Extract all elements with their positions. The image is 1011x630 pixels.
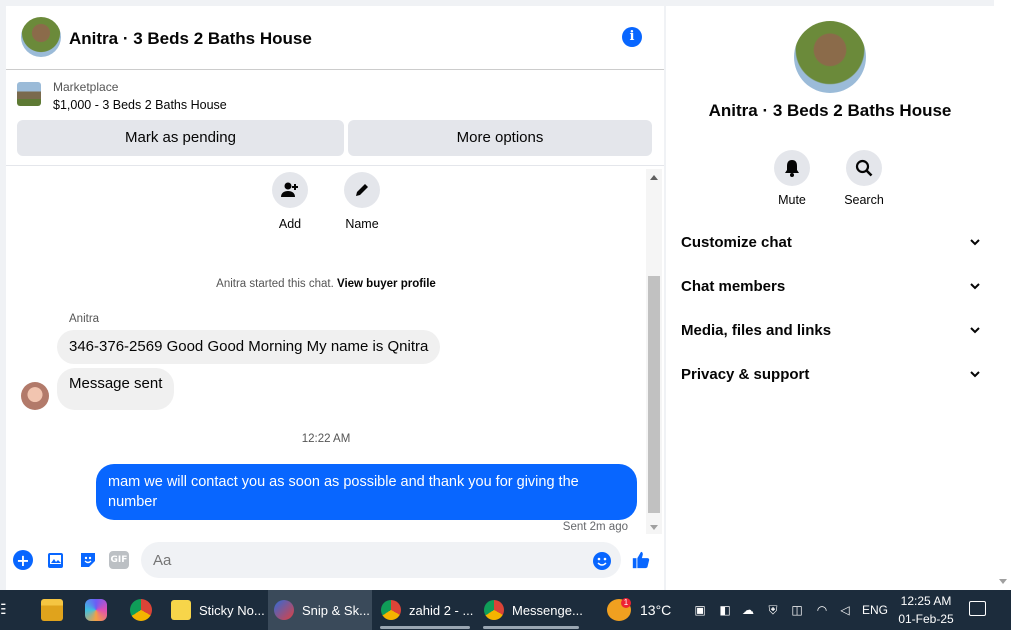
media-files-links-row[interactable]: Media, files and links [681,322,981,346]
bell-icon [774,150,810,186]
taskbar: ☷ Sticky No... Snip & Sk... zahid 2 - ..… [0,590,1011,630]
photo-icon[interactable] [46,550,66,570]
tray-app-icon[interactable]: ◧ [718,603,732,617]
marketplace-section: Marketplace $1,000 - 3 Beds 2 Baths Hous… [6,70,664,166]
chat-header: Anitra · 3 Beds 2 Baths House i [6,6,664,70]
listing-thumbnail[interactable] [17,82,41,106]
search-button[interactable]: Search [834,150,894,207]
search-icon [846,150,882,186]
sent-status: Sent 2m ago [562,521,628,533]
search-label: Search [844,193,884,207]
more-options-button[interactable]: More options [348,120,652,156]
emoji-icon[interactable] [593,552,611,570]
clock-time[interactable]: 12:25 AM [900,594,952,608]
row-label: Privacy & support [681,366,810,383]
clock-date[interactable]: 01-Feb-25 [898,612,954,626]
chevron-down-icon [970,327,980,334]
chat-members-row[interactable]: Chat members [681,278,981,302]
info-icon[interactable]: i [622,27,642,47]
notification-icon[interactable] [969,601,986,616]
listing-title[interactable]: $1,000 - 3 Beds 2 Baths House [53,98,227,112]
add-people-button[interactable]: Add [255,172,325,231]
incoming-message[interactable]: Message sent [57,368,175,410]
taskbar-app-chrome-messenger[interactable]: Messenge... [478,590,584,630]
chat-panel: Anitra · 3 Beds 2 Baths House i Marketpl… [6,6,664,590]
start-note-text: Anitra started this chat. [216,278,334,290]
listing-avatar[interactable] [21,17,61,57]
name-chat-button[interactable]: Name [327,172,397,231]
onedrive-icon[interactable]: ☁ [741,603,755,617]
listing-avatar-large[interactable] [794,21,866,93]
chat-start-note: Anitra started this chat. View buyer pro… [6,278,646,290]
tray-app-icon[interactable]: ◫ [790,603,804,617]
chevron-down-icon [970,239,980,246]
message-input[interactable] [141,542,621,578]
snip-sketch-icon [274,600,294,620]
privacy-support-row[interactable]: Privacy & support [681,366,981,390]
name-label: Name [345,217,379,231]
pencil-icon [344,172,380,208]
sender-name: Anitra [69,313,100,325]
task-view-icon[interactable]: ☷ [0,601,8,619]
row-label: Customize chat [681,234,792,251]
taskbar-app-chrome-zahid[interactable]: zahid 2 - ... [375,590,475,630]
add-label: Add [278,217,302,231]
wifi-icon[interactable]: ◠ [815,603,829,617]
taskbar-app-label: Sticky No... [199,602,265,618]
mute-label: Mute [778,193,806,207]
tray-app-icon[interactable]: ▣ [693,603,707,617]
sticky-notes-icon [171,600,191,620]
scroll-thumb[interactable] [648,276,660,513]
temperature[interactable]: 13°C [640,602,671,618]
chat-title: Anitra · 3 Beds 2 Baths House [69,29,312,48]
plus-icon[interactable]: + [13,550,33,570]
sticker-icon[interactable] [78,550,98,570]
taskbar-app-label: Messenge... [512,602,583,618]
language-indicator[interactable]: ENG [862,603,888,617]
volume-icon[interactable]: ◁ [838,603,852,617]
row-label: Media, files and links [681,322,832,339]
chrome-profile-icon [484,600,504,620]
add-person-icon [272,172,308,208]
running-indicator [380,626,470,629]
marketplace-label: Marketplace [53,80,119,94]
row-label: Chat members [681,278,786,295]
mark-as-pending-button[interactable]: Mark as pending [17,120,344,156]
taskbar-app-sticky-notes[interactable]: Sticky No... [165,590,265,630]
scroll-down-arrow-icon[interactable] [999,579,1007,584]
running-indicator [483,626,579,629]
copilot-icon[interactable] [85,599,107,621]
gif-icon[interactable]: GIF [109,551,129,569]
details-title: Anitra · 3 Beds 2 Baths House [708,101,952,120]
page-scrollbar[interactable] [994,0,1011,590]
scroll-up-arrow-icon[interactable] [650,175,658,180]
scroll-down-arrow-icon[interactable] [650,525,658,530]
incoming-message[interactable]: 346-376-2569 Good Good Morning My name i… [57,330,441,364]
customize-chat-row[interactable]: Customize chat [681,234,981,258]
chevron-down-icon [970,371,980,378]
sender-avatar[interactable] [21,382,49,410]
message-list: Add Name Anitra started this chat. View … [6,169,646,534]
chevron-down-icon [970,283,980,290]
taskbar-app-label: Snip & Sk... [302,602,370,618]
thumbs-up-icon[interactable] [631,550,651,570]
security-shield-icon[interactable]: ⛨ [766,603,780,617]
taskbar-app-snip-sketch[interactable]: Snip & Sk... [268,590,372,630]
chat-details-panel: Anitra · 3 Beds 2 Baths House Mute Searc… [666,6,994,590]
taskbar-app-label: zahid 2 - ... [409,602,474,618]
chrome-profile-icon [381,600,401,620]
timestamp-separator: 12:22 AM [301,433,351,445]
view-buyer-profile-link[interactable]: View buyer profile [337,278,436,290]
chrome-icon[interactable] [130,599,152,621]
outgoing-message[interactable]: mam we will contact you as soon as possi… [96,464,637,520]
weather-badge: 1 [621,598,631,608]
message-scrollbar[interactable] [646,169,662,534]
file-explorer-icon[interactable] [41,599,63,621]
mute-button[interactable]: Mute [762,150,822,207]
composer: + GIF [6,538,664,582]
